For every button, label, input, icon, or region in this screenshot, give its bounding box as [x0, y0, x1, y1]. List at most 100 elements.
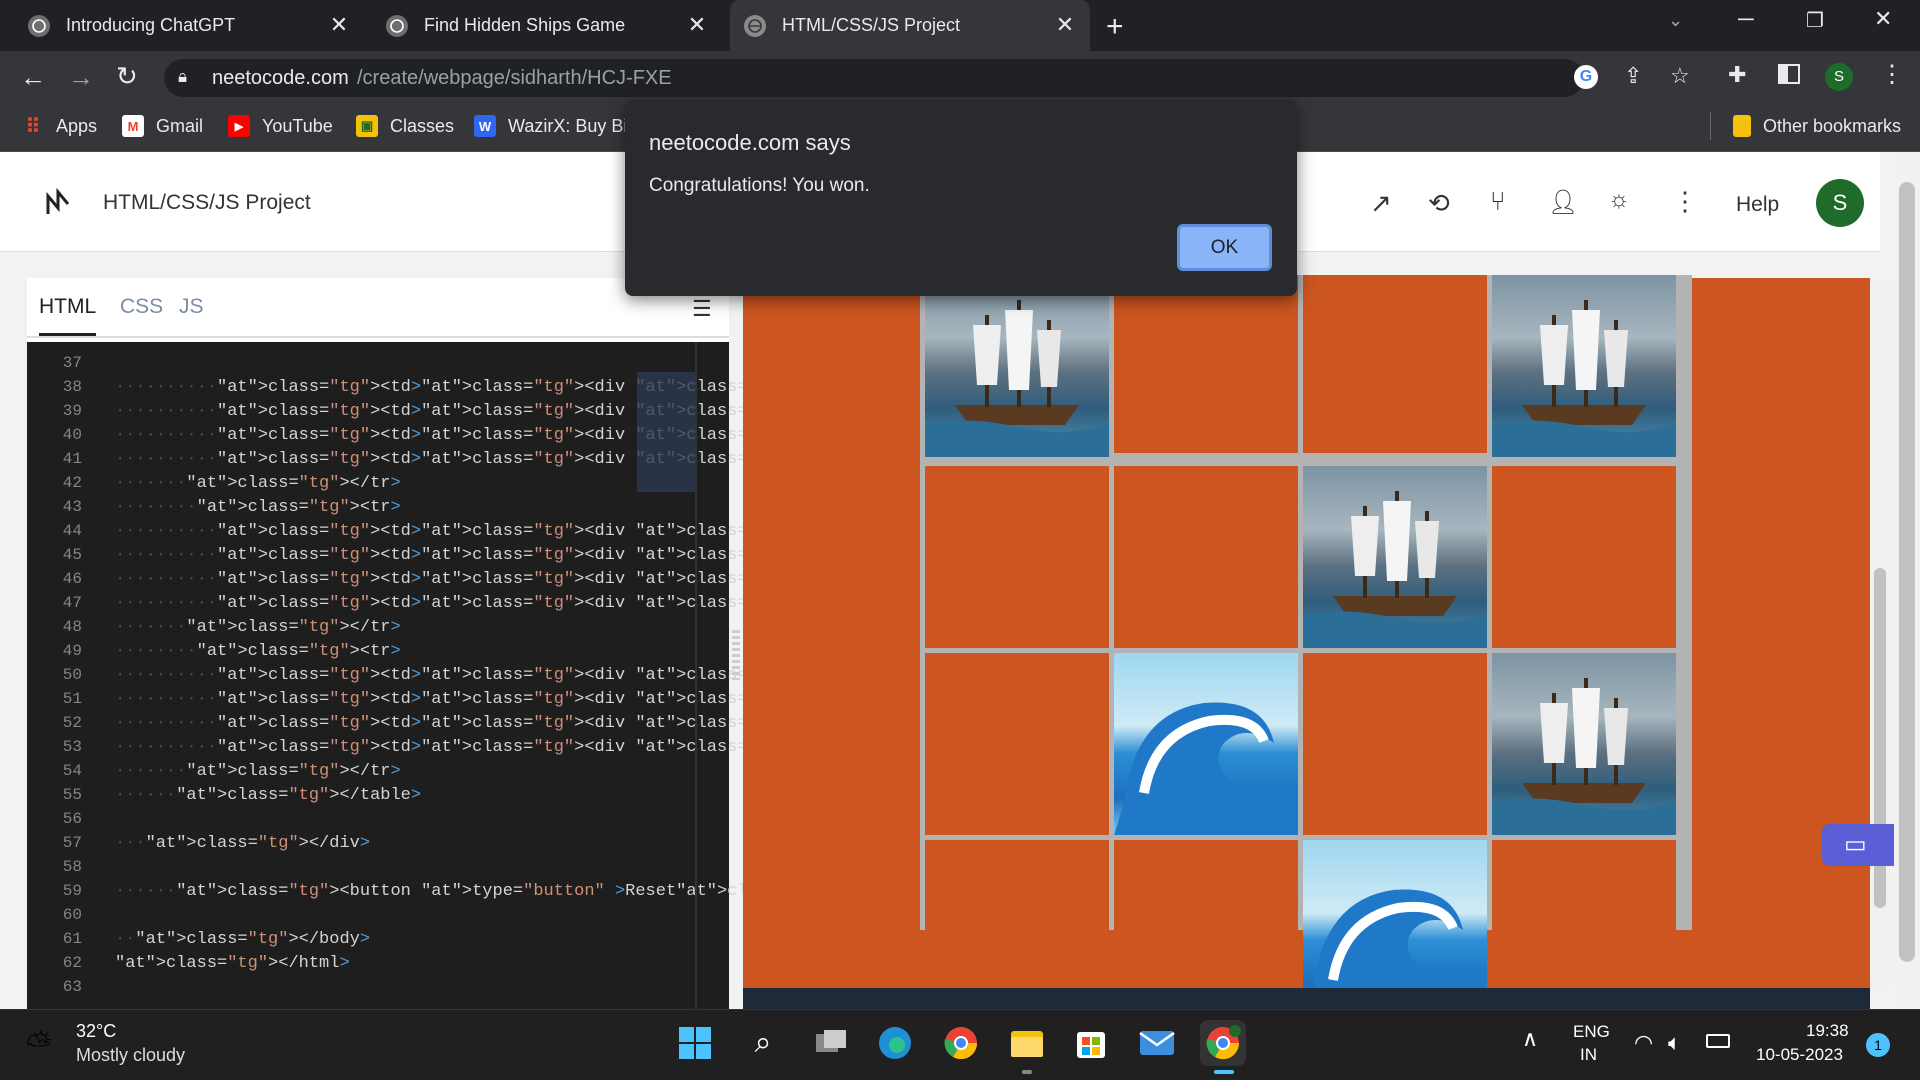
code-line[interactable]: ·······"at">class="tg"></tr>	[115, 618, 401, 637]
region-indicator[interactable]: IN	[1580, 1045, 1597, 1065]
grid-cell-ship[interactable]	[925, 275, 1109, 457]
bookmark-gmail[interactable]: M Gmail	[122, 104, 203, 148]
clock-date[interactable]: 10-05-2023	[1756, 1045, 1843, 1065]
edge-icon[interactable]	[872, 1020, 918, 1066]
bookmark-other[interactable]: Other bookmarks	[1733, 104, 1901, 148]
layout-toggle-icon[interactable]: ☰	[692, 296, 712, 322]
new-tab-icon[interactable]: +	[1106, 10, 1124, 44]
grid-cell-ship[interactable]	[1492, 275, 1676, 457]
browser-menu-icon[interactable]: ⋮	[1880, 60, 1904, 89]
code-line[interactable]: "at">class="tg"></html>	[115, 954, 350, 973]
volume-icon[interactable]: 🔈︎	[1668, 1030, 1681, 1056]
help-link[interactable]: Help	[1736, 193, 1779, 217]
grid-cell-ship[interactable]	[1492, 653, 1676, 835]
notification-badge[interactable]: 1	[1866, 1033, 1890, 1057]
task-view-icon[interactable]	[808, 1020, 854, 1066]
pane-resize-handle[interactable]	[732, 630, 740, 680]
side-panel-icon[interactable]	[1778, 64, 1800, 84]
wifi-icon[interactable]: ◠	[1634, 1030, 1653, 1056]
minimap[interactable]	[637, 372, 697, 492]
theme-sun-icon[interactable]: ☼	[1608, 186, 1630, 214]
windows-start-icon[interactable]	[672, 1020, 718, 1066]
code-line[interactable]: ······"at">class="tg"></table>	[115, 786, 421, 805]
address-bar[interactable]: 🔒︎ neetocode.com /create/webpage/sidhart…	[164, 59, 1690, 97]
feedback-chat-button[interactable]: ▭	[1822, 824, 1894, 866]
clock-time[interactable]: 19:38	[1806, 1021, 1849, 1041]
code-line[interactable]: ·······"at">class="tg"></tr>	[115, 474, 401, 493]
wazirx-icon: W	[474, 115, 496, 137]
line-number: 63	[62, 978, 82, 996]
open-external-icon[interactable]: ↗	[1370, 188, 1392, 219]
weather-desc[interactable]: Mostly cloudy	[76, 1045, 185, 1066]
line-number: 55	[62, 786, 82, 804]
code-line[interactable]: ········"at">class="tg"><tr>	[115, 642, 401, 661]
grid-cell-empty[interactable]	[925, 466, 1109, 648]
extensions-puzzle-icon[interactable]: ✚	[1728, 62, 1746, 88]
language-indicator[interactable]: ENG	[1573, 1022, 1610, 1042]
restore-icon[interactable]: ❐	[1806, 8, 1824, 33]
profile-avatar[interactable]: S	[1825, 63, 1853, 91]
grid-cell-empty[interactable]	[925, 653, 1109, 835]
preview-console-bar[interactable]	[743, 988, 1870, 1009]
show-hidden-icons-chevron[interactable]: ∧	[1522, 1026, 1538, 1052]
close-tab-icon[interactable]: ✕	[1052, 12, 1078, 38]
battery-icon[interactable]	[1706, 1034, 1730, 1048]
microsoft-store-icon[interactable]	[1068, 1020, 1114, 1066]
grid-cell-empty[interactable]	[1114, 275, 1298, 453]
grid-cell-empty[interactable]	[1303, 653, 1487, 835]
git-branch-icon[interactable]: ⑂	[1490, 186, 1506, 217]
bookmark-star-icon[interactable]: ☆	[1670, 63, 1690, 89]
code-line[interactable]: ········"at">class="tg"><tr>	[115, 498, 401, 517]
tab-search-chevron-icon[interactable]: ⌄	[1668, 10, 1683, 31]
line-number: 42	[62, 474, 82, 492]
chrome-icon[interactable]	[938, 1020, 984, 1066]
minimize-icon[interactable]: ─	[1738, 6, 1754, 32]
code-line[interactable]: ··"at">class="tg"></body>	[115, 930, 370, 949]
tab-js[interactable]: JS	[179, 295, 204, 319]
code-line[interactable]: ···"at">class="tg"></div>	[115, 834, 370, 853]
bookmark-classes[interactable]: ▣ Classes	[356, 104, 454, 148]
back-arrow-icon[interactable]: ←	[20, 62, 46, 93]
bookmark-label: Gmail	[156, 115, 204, 136]
page-scrollbar[interactable]	[1895, 152, 1920, 1009]
grid-cell-empty[interactable]	[1114, 466, 1298, 648]
tab-html-css-js-project[interactable]: HTML/CSS/JS Project ✕	[730, 0, 1090, 51]
mail-icon[interactable]	[1134, 1020, 1180, 1066]
chrome-profile-icon[interactable]	[1200, 1020, 1246, 1066]
close-tab-icon[interactable]: ✕	[684, 12, 710, 38]
close-tab-icon[interactable]: ✕	[326, 12, 352, 38]
grid-cell-ship[interactable]	[1303, 466, 1487, 648]
grid-cell-empty[interactable]	[1492, 466, 1676, 648]
tab-html[interactable]: HTML	[39, 295, 97, 336]
reload-icon[interactable]: ↻	[116, 61, 138, 92]
grid-cell-wave[interactable]	[1114, 653, 1298, 835]
preview-scrollbar[interactable]	[1870, 278, 1890, 990]
url-path: /create/webpage/sidharth/HCJ-FXE	[357, 67, 672, 89]
share-icon[interactable]: ⇪	[1624, 63, 1642, 89]
weather-temp[interactable]: 32°C	[76, 1021, 116, 1042]
tab-find-hidden-ships[interactable]: Find Hidden Ships Game ✕	[372, 0, 722, 51]
code-line[interactable]: ·······"at">class="tg"></tr>	[115, 762, 401, 781]
bookmark-apps[interactable]: ⠿ Apps	[22, 104, 97, 148]
search-icon[interactable]: ⌕	[740, 1020, 786, 1066]
grid-cell-empty[interactable]	[1303, 275, 1487, 453]
neetocode-logo-icon[interactable]	[44, 187, 72, 223]
editor-tabs: HTML CSS JS ☰	[27, 278, 729, 338]
ok-button[interactable]: OK	[1177, 224, 1272, 271]
google-lens-icon[interactable]: G	[1574, 65, 1598, 89]
tab-introducing-chatgpt[interactable]: Introducing ChatGPT ✕	[14, 0, 364, 51]
bookmark-youtube[interactable]: ▶ YouTube	[228, 104, 333, 148]
user-avatar[interactable]: S	[1816, 179, 1864, 227]
add-user-icon[interactable]: 👤︎	[1548, 188, 1578, 217]
editor-scroll-track[interactable]	[695, 342, 697, 1009]
bookmark-wazirx[interactable]: W WazirX: Buy Bi	[474, 104, 627, 148]
forward-arrow-icon[interactable]: →	[68, 62, 94, 93]
tab-css[interactable]: CSS	[120, 295, 163, 319]
page-scroll-thumb[interactable]	[1899, 182, 1915, 962]
history-icon[interactable]: ⟲	[1428, 188, 1450, 219]
window-close-icon[interactable]: ✕	[1874, 6, 1892, 32]
file-explorer-icon[interactable]	[1004, 1020, 1050, 1066]
more-vertical-icon[interactable]: ⋮	[1672, 186, 1698, 217]
weather-cloud-icon[interactable]: ⛅︎	[26, 1026, 52, 1064]
code-editor[interactable]: 37 38 ··········"at">class="tg"><td>"at">c…	[27, 342, 1380, 1009]
